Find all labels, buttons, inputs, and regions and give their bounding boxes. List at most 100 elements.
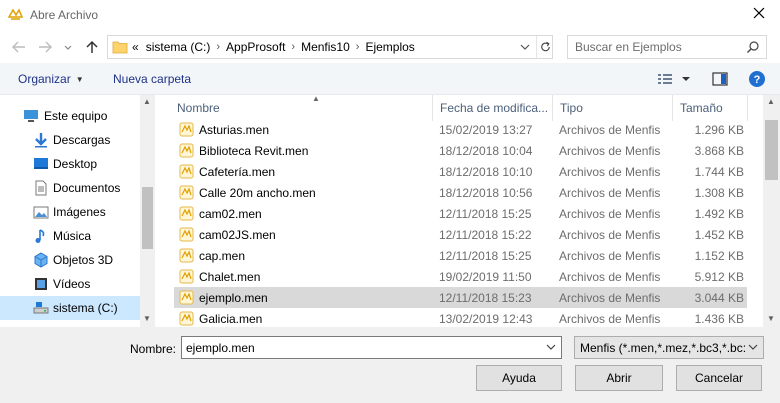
file-name: Galicia.men [199, 312, 263, 326]
file-type: Archivos de Menfis [559, 123, 661, 137]
file-name: Cafetería.men [199, 165, 276, 179]
view-dropdown-icon[interactable] [680, 70, 692, 88]
nav-item-sistema-c[interactable]: sistema (C:) [0, 296, 140, 320]
scroll-up-icon[interactable]: ▲ [767, 97, 775, 106]
search-icon[interactable] [746, 40, 760, 54]
column-header-type[interactable]: Tipo [553, 95, 673, 121]
organize-menu-button[interactable]: Organizar ▼ [18, 72, 84, 86]
title-bar: Abre Archivo [0, 0, 780, 31]
nav-item-descargas[interactable]: Descargas [0, 128, 140, 152]
nav-scrollbar-thumb[interactable] [142, 187, 153, 249]
music-icon [35, 229, 45, 243]
file-size: 3.044 KB [694, 291, 744, 305]
search-input[interactable]: Buscar en Ejemplos [567, 35, 767, 59]
scroll-up-icon[interactable]: ▲ [143, 97, 151, 106]
close-icon[interactable] [752, 6, 766, 20]
dialog-footer: Nombre: ejemplo.men Menfis (*.men,*.mez,… [0, 327, 780, 403]
file-row[interactable]: ejemplo.men 12/11/2018 15:23 Archivos de M… [174, 287, 747, 308]
file-row[interactable]: Asturias.men 15/02/2019 13:27 Archivos de … [174, 119, 747, 140]
filename-value[interactable]: ejemplo.men [186, 341, 255, 355]
file-date: 12/11/2018 15:23 [439, 291, 532, 305]
column-header-name[interactable]: ▲ Nombre [170, 94, 433, 121]
window-title: Abre Archivo [30, 8, 99, 22]
file-date: 18/12/2018 10:04 [439, 144, 533, 158]
file-list: ▲ Nombre Fecha de modifica... Tipo Tamañ… [155, 94, 780, 329]
menfis-file-icon [179, 227, 194, 242]
breadcrumb-appprosoft[interactable]: AppProsoft [226, 40, 285, 54]
forward-arrow-icon[interactable] [37, 39, 53, 55]
file-row[interactable]: cam02.men 12/11/2018 15:25 Archivos de Men… [174, 203, 747, 224]
file-row[interactable]: Chalet.men 19/02/2019 11:50 Archivos de Me… [174, 266, 747, 287]
help-icon[interactable]: ? [748, 70, 766, 88]
nav-scrollbar[interactable]: ▲ ▼ [140, 95, 155, 327]
recent-dropdown-icon[interactable] [63, 39, 73, 55]
breadcrumb-ejemplos[interactable]: Ejemplos [365, 40, 414, 54]
nav-item-musica[interactable]: Música [0, 224, 140, 248]
command-toolbar: Organizar ▼ Nueva carpeta ? [0, 63, 780, 95]
file-list-scrollbar-thumb[interactable] [765, 120, 778, 180]
file-name: Asturias.men [199, 123, 270, 137]
nav-item-videos[interactable]: Vídeos [0, 272, 140, 296]
scroll-down-icon[interactable]: ▼ [767, 314, 775, 323]
pictures-icon [33, 206, 49, 219]
breadcrumb-sistema[interactable]: sistema (C:) [146, 40, 211, 54]
address-bar[interactable]: « sistema (C:) › AppProsoft › Menfis10 ›… [107, 35, 553, 59]
nav-item-objetos-3d[interactable]: Objetos 3D [0, 248, 140, 272]
file-date: 18/12/2018 10:56 [439, 186, 533, 200]
new-folder-button[interactable]: Nueva carpeta [113, 72, 191, 86]
file-row[interactable]: Galicia.men 13/02/2019 12:43 Archivos de M… [174, 308, 747, 329]
menfis-file-icon [179, 122, 194, 137]
up-arrow-icon[interactable] [84, 39, 100, 55]
preview-pane-icon[interactable] [711, 70, 729, 88]
file-row[interactable]: Cafetería.men 18/12/2018 10:10 Archivos de… [174, 161, 747, 182]
chevron-down-icon[interactable] [516, 36, 534, 58]
computer-icon [24, 110, 38, 122]
column-header-date[interactable]: Fecha de modifica... [433, 95, 553, 121]
cancel-button[interactable]: Cancelar [676, 365, 762, 391]
file-row[interactable]: cap.men 12/11/2018 15:25 Archivos de Menfi… [174, 245, 747, 266]
refresh-icon[interactable] [536, 36, 554, 58]
file-size: 1.152 KB [694, 249, 744, 263]
column-header-size[interactable]: Tamaño [673, 95, 748, 121]
file-list-scrollbar[interactable]: ▲ ▼ [763, 95, 780, 327]
file-type: Archivos de Menfis [559, 249, 661, 263]
file-date: 12/11/2018 15:25 [439, 249, 532, 263]
file-size: 1.744 KB [694, 165, 744, 179]
file-size: 1.308 KB [694, 186, 744, 200]
file-type-value: Menfis (*.men,*.mez,*.bc3,*.bc: [580, 341, 746, 355]
nav-item-documentos[interactable]: Documentos [0, 176, 140, 200]
nav-item-desktop[interactable]: Desktop [0, 152, 140, 176]
menfis-file-icon [179, 311, 194, 326]
chevron-down-icon[interactable] [746, 340, 760, 354]
menfis-file-icon [179, 185, 194, 200]
chevron-right-icon[interactable]: › [356, 41, 360, 53]
open-button[interactable]: Abrir [575, 365, 663, 391]
view-options-icon[interactable] [656, 70, 674, 88]
file-date: 18/12/2018 10:10 [439, 165, 533, 179]
scroll-down-icon[interactable]: ▼ [143, 314, 151, 323]
file-date: 12/11/2018 15:25 [439, 207, 532, 221]
menfis-file-icon [179, 206, 194, 221]
documents-icon [35, 180, 47, 196]
breadcrumb-menfis10[interactable]: Menfis10 [301, 40, 350, 54]
file-type-select[interactable]: Menfis (*.men,*.mez,*.bc3,*.bc: [574, 336, 764, 359]
folder-icon [112, 41, 128, 54]
chevron-right-icon[interactable]: › [216, 41, 220, 53]
breadcrumb-overflow[interactable]: « [132, 40, 139, 54]
file-row[interactable]: Biblioteca Revit.men 18/12/2018 10:04 Arch… [174, 140, 747, 161]
file-date: 13/02/2019 12:43 [439, 312, 533, 326]
chevron-right-icon[interactable]: › [291, 41, 295, 53]
back-arrow-icon[interactable] [11, 39, 27, 55]
file-type: Archivos de Menfis [559, 144, 661, 158]
nav-item-imagenes[interactable]: Imágenes [0, 200, 140, 224]
filename-input[interactable]: ejemplo.men [181, 336, 562, 359]
file-name: Biblioteca Revit.men [199, 144, 309, 158]
file-row[interactable]: Calle 20m ancho.men 18/12/2018 10:56 Archi… [174, 182, 747, 203]
file-size: 1.436 KB [694, 312, 744, 326]
file-row[interactable]: cam02JS.men 12/11/2018 15:22 Archivos de M… [174, 224, 747, 245]
nav-item-este-equipo[interactable]: Este equipo [0, 104, 140, 128]
help-button[interactable]: Ayuda [476, 365, 562, 391]
file-type: Archivos de Menfis [559, 228, 661, 242]
chevron-down-icon[interactable] [544, 340, 558, 354]
drive-icon [33, 302, 49, 314]
